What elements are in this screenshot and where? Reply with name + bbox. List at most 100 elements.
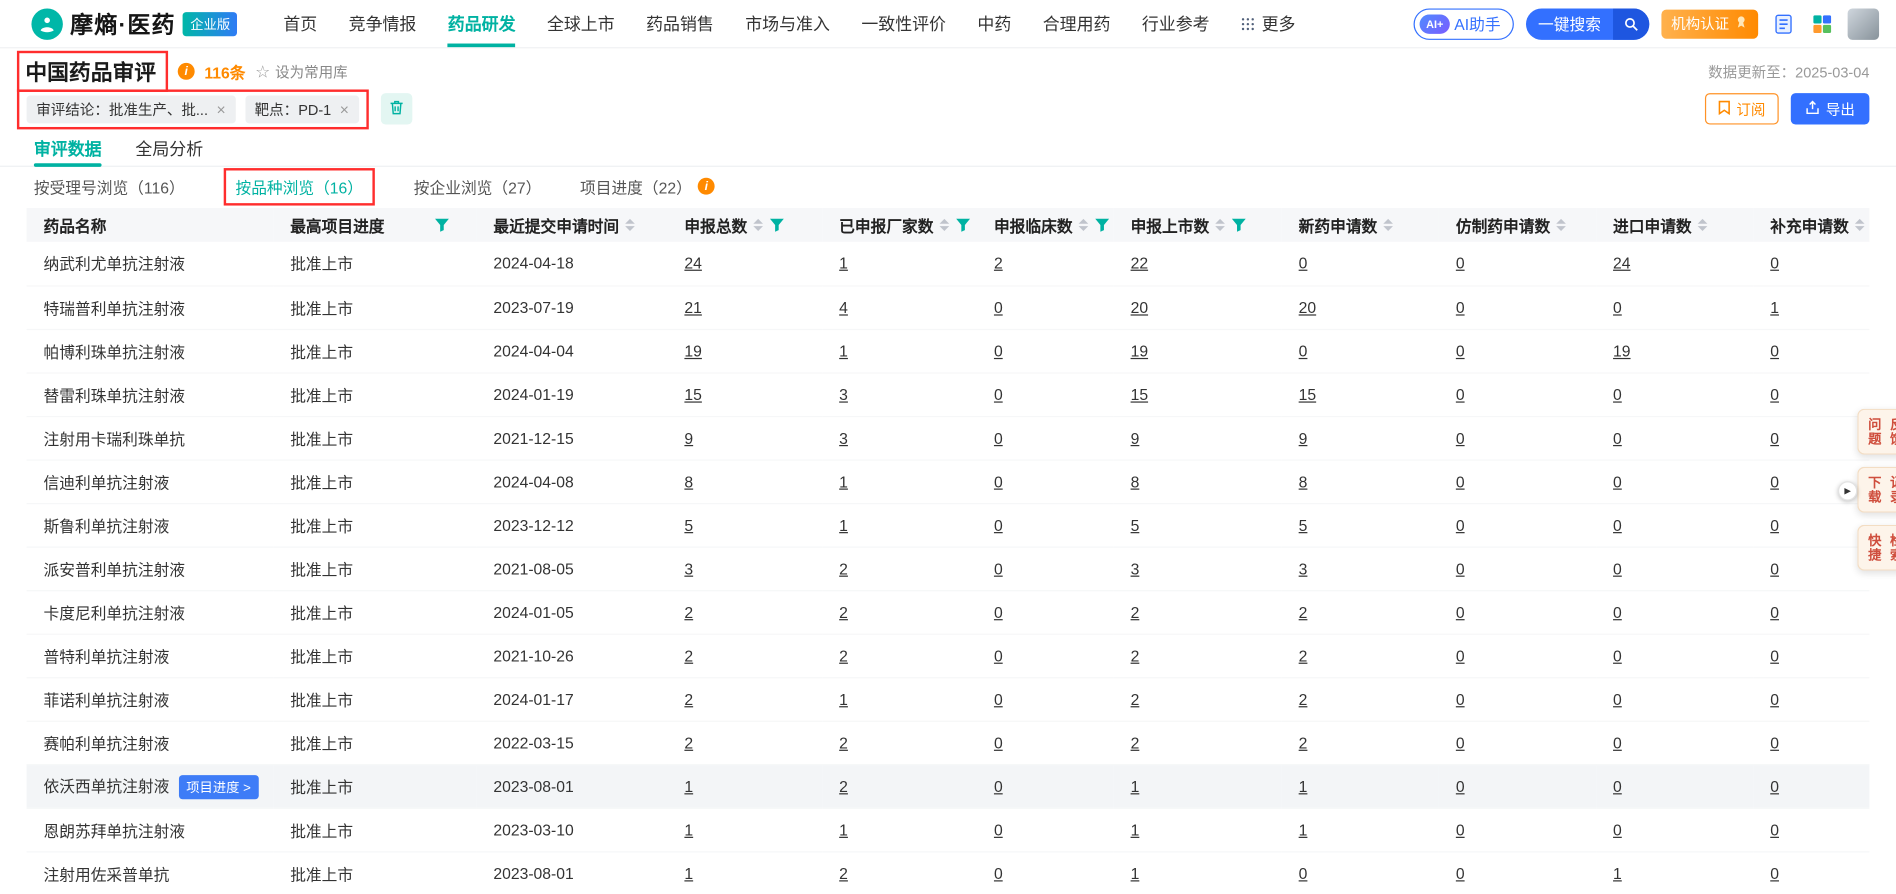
- count-link[interactable]: 0: [1456, 254, 1465, 272]
- count-link[interactable]: 19: [1131, 342, 1148, 360]
- count-link[interactable]: 0: [1456, 385, 1465, 403]
- sort-icon[interactable]: [940, 219, 950, 231]
- drug-name[interactable]: 派安普利单抗注射液: [44, 560, 185, 578]
- count-link[interactable]: 0: [1613, 820, 1622, 838]
- count-link[interactable]: 3: [1131, 559, 1140, 577]
- user-avatar[interactable]: [1848, 8, 1879, 39]
- col-header[interactable]: 仿制药申请数: [1439, 208, 1596, 242]
- count-link[interactable]: 0: [1456, 820, 1465, 838]
- count-link[interactable]: 1: [684, 777, 693, 795]
- count-link[interactable]: 0: [994, 733, 1003, 751]
- count-link[interactable]: 2: [1131, 690, 1140, 708]
- table-row[interactable]: 普特利单抗注射液批准上市2021-10-2622022000: [27, 634, 1870, 678]
- count-link[interactable]: 2: [684, 646, 693, 664]
- subscribe-button[interactable]: 订阅: [1705, 93, 1779, 124]
- table-row[interactable]: 替雷利珠单抗注射液批准上市2024-01-1915301515000: [27, 372, 1870, 416]
- favorite-button[interactable]: 设为常用库: [255, 61, 348, 82]
- count-link[interactable]: 0: [1613, 646, 1622, 664]
- drug-name[interactable]: 替雷利珠单抗注射液: [44, 386, 185, 404]
- table-row[interactable]: 帕博利珠单抗注射液批准上市2024-04-0419101900190: [27, 329, 1870, 373]
- count-link[interactable]: 0: [1613, 429, 1622, 447]
- count-link[interactable]: 2: [839, 777, 848, 795]
- count-link[interactable]: 19: [1613, 342, 1630, 360]
- count-link[interactable]: 0: [1613, 385, 1622, 403]
- count-link[interactable]: 0: [1770, 559, 1779, 577]
- col-header[interactable]: 补充申请数: [1753, 208, 1869, 242]
- filter-icon[interactable]: [769, 218, 785, 233]
- count-link[interactable]: 15: [684, 385, 701, 403]
- count-link[interactable]: 2: [684, 733, 693, 751]
- count-link[interactable]: 2: [1131, 733, 1140, 751]
- filter-icon[interactable]: [955, 218, 971, 233]
- drug-name[interactable]: 信迪利单抗注射液: [44, 473, 170, 491]
- drug-name[interactable]: 注射用佐采普单抗: [44, 865, 170, 883]
- count-link[interactable]: 2: [994, 254, 1003, 272]
- count-link[interactable]: 0: [1456, 603, 1465, 621]
- sort-icon[interactable]: [1855, 219, 1865, 231]
- count-link[interactable]: 2: [1131, 603, 1140, 621]
- count-link[interactable]: 0: [1456, 864, 1465, 882]
- table-row[interactable]: 依沃西单抗注射液项目进度 >批准上市2023-08-0112011000: [27, 764, 1870, 808]
- count-link[interactable]: 0: [1456, 342, 1465, 360]
- count-link[interactable]: 0: [994, 646, 1003, 664]
- count-link[interactable]: 8: [1299, 472, 1308, 490]
- brand[interactable]: 摩熵·医药 企业版: [31, 7, 237, 40]
- drug-name[interactable]: 菲诺利单抗注射液: [44, 691, 170, 709]
- drug-name[interactable]: 卡度尼利单抗注射液: [44, 604, 185, 622]
- count-link[interactable]: 0: [1456, 298, 1465, 316]
- count-link[interactable]: 1: [1299, 777, 1308, 795]
- count-link[interactable]: 1: [839, 342, 848, 360]
- count-link[interactable]: 1: [1131, 864, 1140, 882]
- drug-name[interactable]: 恩朗苏拜单抗注射液: [44, 822, 185, 840]
- count-link[interactable]: 0: [1770, 603, 1779, 621]
- count-link[interactable]: 0: [994, 342, 1003, 360]
- nav-item-industry-reference[interactable]: 行业参考: [1142, 0, 1210, 47]
- count-link[interactable]: 19: [684, 342, 701, 360]
- project-progress-badge[interactable]: 项目进度 >: [179, 774, 258, 798]
- count-link[interactable]: 8: [1131, 472, 1140, 490]
- count-link[interactable]: 0: [1770, 690, 1779, 708]
- count-link[interactable]: 9: [684, 429, 693, 447]
- count-link[interactable]: 0: [994, 429, 1003, 447]
- drug-name[interactable]: 特瑞普利单抗注射液: [44, 299, 185, 317]
- count-link[interactable]: 4: [839, 298, 848, 316]
- count-link[interactable]: 20: [1299, 298, 1316, 316]
- remove-tag-icon[interactable]: ×: [216, 101, 225, 117]
- tab-global-analysis[interactable]: 全局分析: [135, 131, 203, 166]
- count-link[interactable]: 1: [684, 864, 693, 882]
- table-row[interactable]: 纳武利尤单抗注射液批准上市2024-04-1824122200240: [27, 242, 1870, 286]
- nav-item-drug-sales[interactable]: 药品销售: [646, 0, 714, 47]
- count-link[interactable]: 0: [994, 690, 1003, 708]
- count-link[interactable]: 1: [839, 472, 848, 490]
- count-link[interactable]: 0: [1456, 733, 1465, 751]
- nav-item-market-access[interactable]: 市场与准入: [745, 0, 830, 47]
- count-link[interactable]: 20: [1131, 298, 1148, 316]
- col-header[interactable]: 申报上市数: [1114, 208, 1282, 242]
- count-link[interactable]: 1: [1131, 820, 1140, 838]
- count-link[interactable]: 2: [684, 690, 693, 708]
- drug-name[interactable]: 普特利单抗注射液: [44, 648, 170, 666]
- nav-item-consistency-eval[interactable]: 一致性评价: [861, 0, 946, 47]
- table-row[interactable]: 菲诺利单抗注射液批准上市2024-01-1721022000: [27, 677, 1870, 721]
- count-link[interactable]: 2: [1131, 646, 1140, 664]
- col-header[interactable]: 已申报厂家数: [822, 208, 977, 242]
- count-link[interactable]: 3: [1299, 559, 1308, 577]
- count-link[interactable]: 5: [684, 516, 693, 534]
- count-link[interactable]: 0: [994, 472, 1003, 490]
- count-link[interactable]: 0: [1613, 298, 1622, 316]
- count-link[interactable]: 5: [1131, 516, 1140, 534]
- count-link[interactable]: 1: [1299, 820, 1308, 838]
- filter-icon[interactable]: [434, 218, 450, 233]
- count-link[interactable]: 0: [1770, 516, 1779, 534]
- count-link[interactable]: 2: [1299, 603, 1308, 621]
- col-header[interactable]: 最近提交申请时间: [476, 208, 667, 242]
- table-row[interactable]: 信迪利单抗注射液批准上市2024-04-0881088000: [27, 459, 1870, 503]
- col-header[interactable]: 申报临床数: [977, 208, 1114, 242]
- count-link[interactable]: 0: [1770, 733, 1779, 751]
- export-button[interactable]: 导出: [1791, 93, 1870, 124]
- sort-icon[interactable]: [753, 219, 763, 231]
- float-button-download-history[interactable]: 下载记录: [1857, 467, 1896, 513]
- sort-icon[interactable]: [625, 219, 635, 231]
- table-row[interactable]: 卡度尼利单抗注射液批准上市2024-01-0522022000: [27, 590, 1870, 634]
- count-link[interactable]: 0: [1456, 472, 1465, 490]
